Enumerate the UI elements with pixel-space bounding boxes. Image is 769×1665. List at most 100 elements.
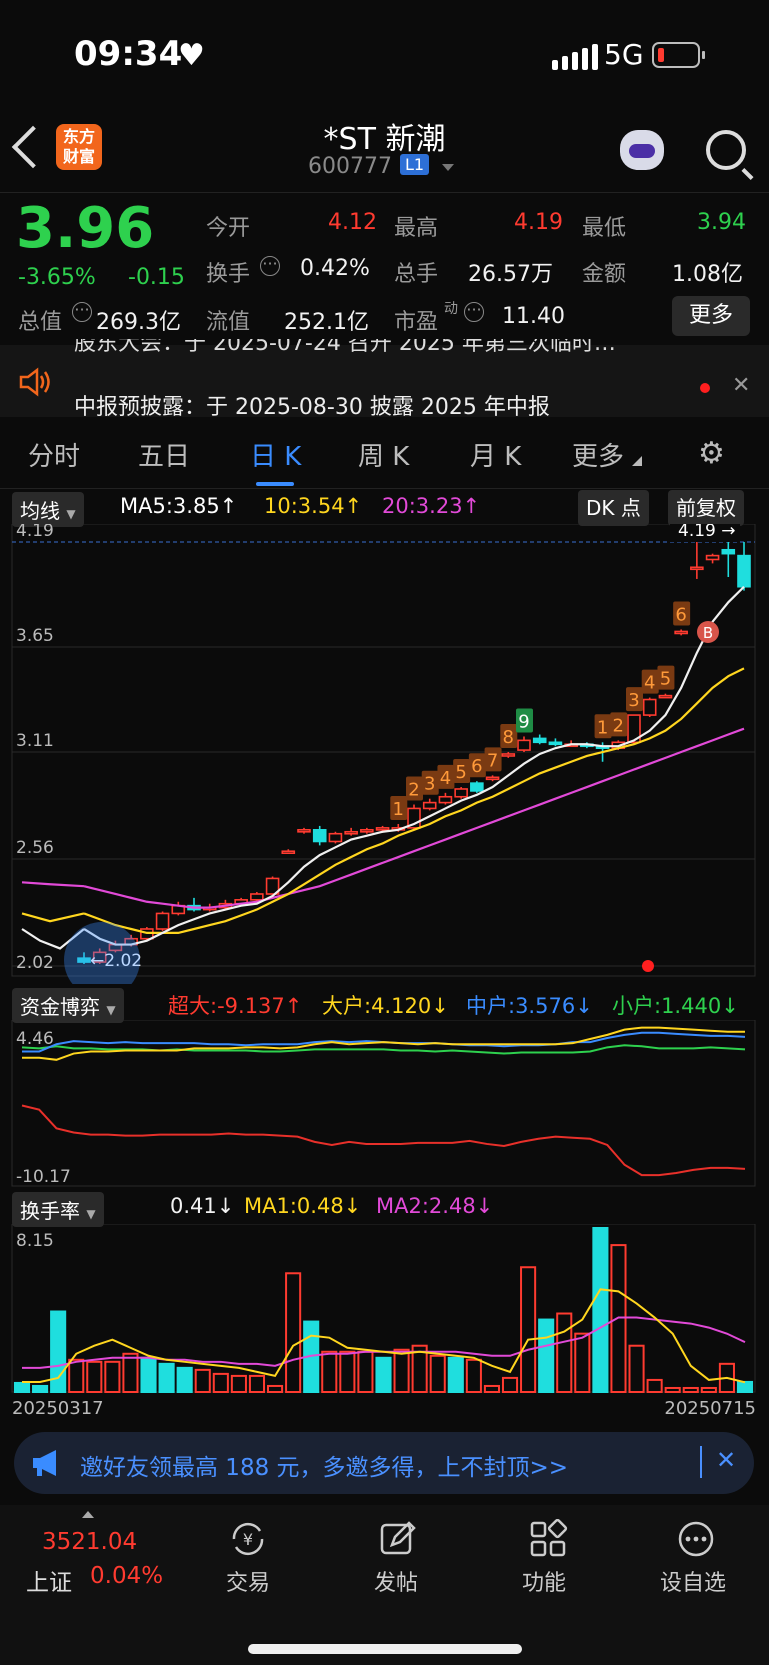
turnover-bar — [483, 1384, 500, 1394]
turnover-bar — [357, 1350, 374, 1393]
dk-point-button[interactable]: DK 点 — [578, 490, 649, 526]
more-dots-icon[interactable] — [676, 1519, 716, 1559]
candle-body — [297, 829, 311, 833]
more-button[interactable]: 更多 — [672, 296, 750, 336]
turnover-bar — [230, 1374, 247, 1393]
index-change[interactable]: 0.04% — [90, 1563, 163, 1589]
super-large-label: 超大:-9.137↑ — [168, 994, 303, 1018]
event-dot — [642, 960, 654, 972]
change-percent: -3.65% — [18, 265, 96, 290]
stock-code: 600777 — [308, 154, 392, 179]
super-large-line — [21, 1104, 746, 1177]
level-badge[interactable]: L1 — [400, 154, 430, 175]
turnover-chart[interactable]: 8.15 20250317 20250715 — [0, 1224, 769, 1420]
fund-chart[interactable]: 4.46 -10.17 — [0, 1020, 769, 1188]
td-marker-label: 9 — [518, 711, 529, 732]
turnover-label: 换手 — [206, 262, 251, 287]
promo-banner[interactable]: 邀好友领最高 188 元，多邀多得，上不封顶>> ✕ — [14, 1432, 754, 1494]
td-marker-label: 2 — [613, 715, 624, 736]
info-icon[interactable]: ··· — [72, 302, 92, 322]
svg-text:¥: ¥ — [243, 1530, 253, 1549]
close-icon[interactable]: ✕ — [716, 1446, 736, 1474]
y-axis-label: 2.56 — [16, 838, 54, 858]
kline-chart[interactable]: 4.193.653.112.562.0212345678912345674.19… — [0, 524, 769, 984]
turnover-bar — [574, 1332, 591, 1393]
chevron-down-icon[interactable] — [442, 164, 454, 171]
tab-daily-k[interactable]: 日 K — [250, 436, 301, 473]
nav-post[interactable]: 发帖 — [374, 1565, 418, 1597]
ticker-line-2: 中报预披露：于 2025-08-30 披露 2025 年中报 — [74, 395, 550, 420]
date-end: 20250715 — [664, 1398, 756, 1419]
y-axis-label: 3.11 — [16, 731, 54, 751]
megaphone-icon — [30, 1448, 64, 1482]
promo-divider — [700, 1446, 702, 1478]
info-icon[interactable]: ··· — [260, 256, 280, 276]
turnover-bar — [646, 1378, 663, 1393]
turnover-bar — [628, 1344, 645, 1393]
settings-gear-icon[interactable]: ⚙ — [698, 436, 725, 471]
y-axis-label: 3.65 — [16, 626, 54, 646]
candle-body — [422, 801, 437, 810]
turnover-bar — [68, 1358, 85, 1393]
status-time: 09:34 — [74, 34, 183, 74]
turnover-bar — [700, 1386, 717, 1394]
nav-functions[interactable]: 功能 — [522, 1565, 566, 1597]
tab-intraday[interactable]: 分时 — [28, 436, 80, 473]
functions-grid-icon[interactable] — [528, 1518, 568, 1559]
volume-label: 总手 — [394, 262, 439, 287]
index-name[interactable]: 上证 — [26, 1563, 72, 1597]
candle-body — [501, 753, 516, 757]
total-cap-label: 总值 — [18, 310, 63, 335]
close-icon[interactable]: ✕ — [732, 373, 750, 398]
fund-y-bottom: -10.17 — [16, 1167, 71, 1187]
expand-up-icon[interactable] — [82, 1511, 94, 1518]
ma20-line-head — [21, 881, 85, 888]
candle-body — [438, 795, 453, 804]
ma20-label: 20:3.23↑ — [382, 494, 481, 518]
turnover-bar — [520, 1266, 537, 1393]
tab-weekly-k[interactable]: 周 K — [358, 436, 409, 473]
candle-body — [674, 630, 688, 635]
post-edit-icon[interactable] — [378, 1519, 418, 1559]
zoom-handle — [64, 922, 140, 984]
divider — [0, 192, 769, 193]
announcement-ticker[interactable]: 股东大会：于 2025-07-24 召开 2025 年第三次临时… 中报预披露：… — [0, 339, 769, 420]
chevron-down-icon: ▼ — [86, 1207, 96, 1221]
pe-label: 市盈 — [394, 310, 439, 335]
signal-icon — [552, 44, 598, 70]
turnover-indicator-select[interactable]: 换手率 ▼ — [12, 1192, 104, 1227]
amount-label: 金额 — [582, 262, 627, 287]
search-icon[interactable] — [706, 130, 746, 170]
turnover-bar — [538, 1318, 555, 1393]
turnover-bar — [393, 1348, 410, 1393]
tab-five-day[interactable]: 五日 — [138, 436, 190, 473]
tab-more[interactable]: 更多 — [572, 436, 624, 473]
turnover-y-top: 8.15 — [16, 1231, 54, 1251]
td-marker-label: 4 — [440, 768, 451, 789]
indicator-select[interactable]: 均线 ▼ — [12, 492, 84, 527]
td-marker-label: 3 — [628, 690, 639, 711]
candle-body — [312, 829, 327, 843]
candle-body — [328, 832, 343, 843]
network-type: 5G — [604, 38, 644, 71]
low-label: 最低 — [582, 216, 627, 241]
info-icon[interactable]: ··· — [464, 302, 484, 322]
fund-indicator-select[interactable]: 资金博弈 ▼ — [12, 988, 124, 1023]
turnover-bar — [429, 1354, 446, 1394]
index-value[interactable]: 3521.04 — [42, 1529, 137, 1555]
home-indicator[interactable] — [248, 1644, 522, 1654]
ma5-label: MA5:3.85↑ — [120, 494, 238, 518]
pe-sup: 动 — [444, 301, 458, 317]
assistant-robot-icon[interactable] — [620, 130, 664, 170]
candle-body — [250, 893, 264, 901]
nav-trade[interactable]: 交易 — [226, 1565, 270, 1597]
turnover-bar — [321, 1350, 338, 1393]
candle-body — [155, 912, 170, 930]
trade-icon[interactable]: ¥ — [226, 1519, 270, 1559]
turnover-bar — [122, 1352, 139, 1394]
adjust-button[interactable]: 前复权 — [668, 490, 744, 526]
change-amount: -0.15 — [128, 265, 185, 290]
tab-monthly-k[interactable]: 月 K — [470, 436, 521, 473]
nav-watchlist[interactable]: 设自选 — [660, 1565, 726, 1597]
candle-body — [485, 776, 500, 781]
